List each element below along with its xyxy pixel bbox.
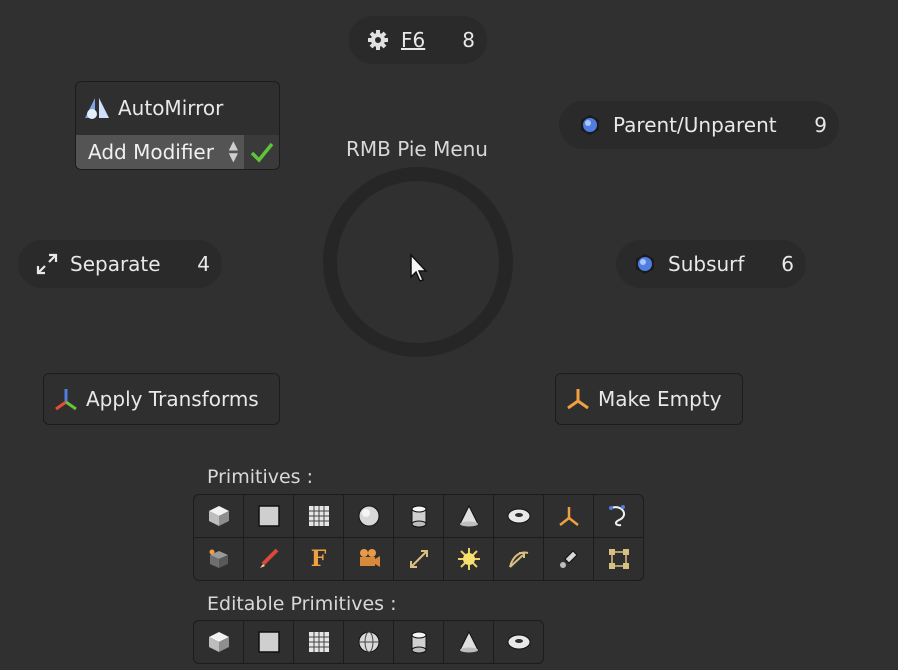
armature-icon[interactable] — [394, 538, 443, 580]
pie-item-separate-label: Separate — [70, 252, 161, 276]
text-icon[interactable]: F — [294, 538, 343, 580]
automirror-title: AutoMirror — [118, 96, 224, 120]
plane-icon[interactable] — [244, 621, 293, 663]
editable-primitives-section-label: Editable Primitives : — [207, 593, 397, 615]
make-empty-label: Make Empty — [598, 387, 722, 411]
plane-icon[interactable] — [244, 495, 293, 537]
make-empty-button[interactable]: Make Empty — [555, 373, 743, 425]
add-modifier-label: Add Modifier — [88, 140, 214, 164]
cube-origin-icon[interactable] — [194, 538, 243, 580]
pie-item-f6-label: F6 — [401, 28, 426, 52]
pie-item-separate[interactable]: Separate 4 — [18, 240, 222, 288]
pie-item-f6[interactable]: F6 8 — [349, 16, 487, 64]
empty-axes-icon — [564, 385, 592, 413]
lattice-icon[interactable] — [594, 538, 643, 580]
torus-icon[interactable] — [494, 621, 543, 663]
add-modifier-select[interactable]: Add Modifier ▲ ▼ — [76, 135, 244, 169]
axes-icon — [52, 385, 80, 413]
cone-icon[interactable] — [444, 621, 493, 663]
primitives-section-label: Primitives : — [207, 466, 314, 488]
force-field-icon[interactable] — [494, 538, 543, 580]
torus-icon[interactable] — [494, 495, 543, 537]
empty-icon[interactable] — [544, 495, 593, 537]
select-arrows-icon: ▲ ▼ — [228, 138, 238, 164]
grid-icon[interactable] — [294, 495, 343, 537]
cylinder-icon[interactable] — [394, 621, 443, 663]
blue-sphere-icon — [632, 251, 658, 277]
pie-item-f6-key: 8 — [462, 28, 475, 52]
cylinder-icon[interactable] — [394, 495, 443, 537]
automirror-icon — [82, 93, 112, 123]
confirm-check-button[interactable] — [244, 135, 279, 169]
pie-menu-title: RMB Pie Menu — [346, 137, 488, 161]
editable-primitives-grid — [193, 620, 544, 664]
pie-item-parent-key: 9 — [814, 113, 827, 137]
pie-item-separate-key: 4 — [197, 252, 210, 276]
uv-sphere-icon[interactable] — [344, 495, 393, 537]
pie-item-subsurf-label: Subsurf — [668, 252, 745, 276]
camera-icon[interactable] — [344, 538, 393, 580]
pie-item-subsurf[interactable]: Subsurf 6 — [616, 240, 806, 288]
pie-item-subsurf-key: 6 — [781, 252, 794, 276]
expand-arrows-icon — [34, 251, 60, 277]
blue-sphere-icon — [577, 112, 603, 138]
cube-icon[interactable] — [194, 621, 243, 663]
gear-icon — [365, 27, 391, 53]
apply-transforms-button[interactable]: Apply Transforms — [43, 373, 280, 425]
speaker-icon[interactable] — [544, 538, 593, 580]
lamp-icon[interactable] — [444, 538, 493, 580]
curve-icon[interactable] — [594, 495, 643, 537]
pie-item-parent-unparent[interactable]: Parent/Unparent 9 — [559, 101, 839, 149]
grid-icon[interactable] — [294, 621, 343, 663]
grease-pencil-icon[interactable] — [244, 538, 293, 580]
pie-item-parent-label: Parent/Unparent — [613, 113, 777, 137]
checkmark-icon — [250, 142, 273, 163]
cube-icon[interactable] — [194, 495, 243, 537]
ico-sphere-icon[interactable] — [344, 621, 393, 663]
apply-transforms-label: Apply Transforms — [86, 387, 259, 411]
cone-icon[interactable] — [444, 495, 493, 537]
mouse-cursor-icon — [410, 253, 428, 282]
primitives-grid: F — [193, 494, 644, 581]
